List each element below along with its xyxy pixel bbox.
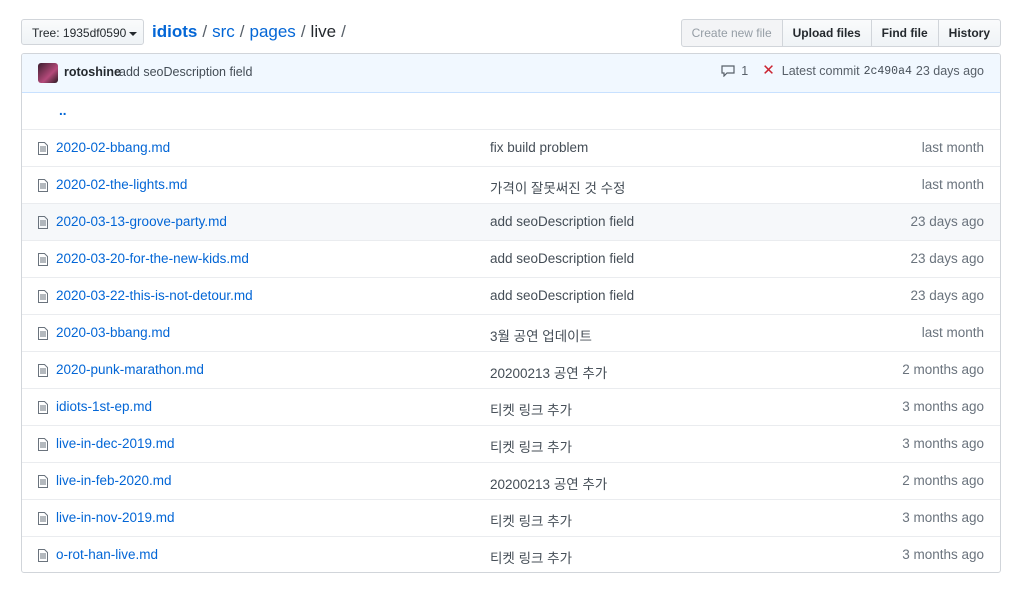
file-icon	[38, 253, 48, 266]
file-row: live-in-dec-2019.md 티켓 링크 추가 3 months ago	[22, 425, 1000, 462]
file-row: 2020-03-20-for-the-new-kids.md add seoDes…	[22, 240, 1000, 277]
commit-age: 23 days ago	[915, 64, 984, 78]
file-icon	[38, 475, 48, 488]
file-icon	[38, 512, 48, 525]
file-age: last month	[921, 177, 984, 192]
breadcrumb-current: live	[310, 22, 337, 41]
file-commit-message-link[interactable]: 티켓 링크 추가	[490, 399, 572, 419]
file-row: 2020-03-13-groove-party.md add seoDescrip…	[22, 203, 1000, 240]
file-name-link[interactable]: 2020-03-13-groove-party.md	[56, 214, 227, 229]
file-icon	[38, 216, 48, 229]
file-commit-message-link[interactable]: add seoDescription field	[490, 251, 634, 266]
breadcrumb-link-pages[interactable]: pages	[249, 22, 295, 41]
file-commit-message-link[interactable]: add seoDescription field	[490, 214, 634, 229]
breadcrumb-root-link[interactable]: idiots	[152, 22, 197, 41]
find-file-button[interactable]: Find file	[870, 19, 939, 47]
file-age: 2 months ago	[902, 362, 984, 377]
history-button[interactable]: History	[937, 19, 1001, 47]
file-row: 2020-punk-marathon.md 20200213 공연 추가 2 mon…	[22, 351, 1000, 388]
file-icon	[38, 401, 48, 414]
file-row: 2020-02-bbang.md fix build problem last mo…	[22, 129, 1000, 166]
file-commit-message-link[interactable]: 3월 공연 업데이트	[490, 325, 592, 345]
commit-meta: 1 ✕ Latest commit 2c490a4 23 days ago	[721, 63, 984, 78]
file-icon	[38, 142, 48, 155]
commit-sha-link[interactable]: 2c490a4	[864, 65, 912, 78]
file-icon	[38, 179, 48, 192]
file-icon	[38, 327, 48, 340]
file-commit-message-link[interactable]: 티켓 링크 추가	[490, 547, 572, 567]
file-name-link[interactable]: 2020-punk-marathon.md	[56, 362, 204, 377]
avatar[interactable]	[38, 63, 58, 83]
parent-directory-link[interactable]: ..	[59, 103, 67, 118]
file-icon	[38, 364, 48, 377]
file-navigation: Tree: 1935df0590 idiots / src / pages / live / …	[21, 19, 1001, 47]
breadcrumb: idiots / src / pages / live /	[152, 21, 351, 43]
file-icon	[38, 549, 48, 562]
file-age: 23 days ago	[910, 288, 984, 303]
commit-author-link[interactable]: rotoshine	[64, 65, 121, 79]
file-commit-message-link[interactable]: fix build problem	[490, 140, 588, 155]
file-rows: 2020-02-bbang.md fix build problem last mo…	[22, 129, 1000, 572]
file-row: o-rot-han-live.md 티켓 링크 추가 3 months ago	[22, 536, 1000, 572]
breadcrumb-trailing-separator: /	[341, 22, 346, 41]
file-name-link[interactable]: idiots-1st-ep.md	[56, 399, 152, 414]
create-new-file-button[interactable]: Create new file	[680, 19, 783, 47]
commit-message-link[interactable]: add seoDescription field	[119, 65, 252, 79]
latest-commit-bar: rotoshine add seoDescription field 1 ✕ L…	[22, 54, 1000, 93]
file-commit-message-link[interactable]: 티켓 링크 추가	[490, 510, 572, 530]
file-name-link[interactable]: 2020-03-22-this-is-not-detour.md	[56, 288, 253, 303]
file-icon	[38, 290, 48, 303]
file-age: 3 months ago	[902, 436, 984, 451]
file-row: 2020-03-bbang.md 3월 공연 업데이트 last month	[22, 314, 1000, 351]
file-age: 23 days ago	[910, 251, 984, 266]
caret-down-icon	[129, 31, 138, 36]
file-age: last month	[921, 140, 984, 155]
file-list: rotoshine add seoDescription field 1 ✕ L…	[21, 53, 1001, 573]
breadcrumb-separator: /	[202, 22, 208, 41]
file-name-link[interactable]: 2020-02-the-lights.md	[56, 177, 187, 192]
breadcrumb-separator: /	[239, 22, 245, 41]
file-age: 2 months ago	[902, 473, 984, 488]
file-icon	[38, 438, 48, 451]
breadcrumb-link-src[interactable]: src	[212, 22, 235, 41]
file-commit-message-link[interactable]: 가격이 잘못써진 것 수정	[490, 177, 625, 197]
file-age: last month	[921, 325, 984, 340]
file-row: 2020-02-the-lights.md 가격이 잘못써진 것 수정 last m…	[22, 166, 1000, 203]
branch-select-label: Tree: 1935df0590	[32, 26, 127, 40]
upload-files-button[interactable]: Upload files	[781, 19, 872, 47]
build-failed-icon[interactable]: ✕	[762, 63, 775, 78]
file-age: 3 months ago	[902, 510, 984, 525]
file-row: live-in-nov-2019.md 티켓 링크 추가 3 months ago	[22, 499, 1000, 536]
file-commit-message-link[interactable]: 티켓 링크 추가	[490, 436, 572, 456]
file-age: 3 months ago	[902, 547, 984, 562]
breadcrumb-separator: /	[300, 22, 306, 41]
file-name-link[interactable]: live-in-dec-2019.md	[56, 436, 175, 451]
file-name-link[interactable]: o-rot-han-live.md	[56, 547, 158, 562]
file-name-link[interactable]: 2020-03-bbang.md	[56, 325, 170, 340]
file-name-link[interactable]: 2020-02-bbang.md	[56, 140, 170, 155]
comment-count[interactable]: 1	[741, 64, 748, 78]
file-actions: Create new file Upload files Find file H…	[680, 19, 1001, 47]
file-commit-message-link[interactable]: 20200213 공연 추가	[490, 362, 607, 382]
file-name-link[interactable]: live-in-feb-2020.md	[56, 473, 172, 488]
file-row: idiots-1st-ep.md 티켓 링크 추가 3 months ago	[22, 388, 1000, 425]
latest-commit-label: Latest commit	[781, 64, 860, 78]
file-age: 3 months ago	[902, 399, 984, 414]
file-row: 2020-03-22-this-is-not-detour.md add seoD…	[22, 277, 1000, 314]
file-name-link[interactable]: 2020-03-20-for-the-new-kids.md	[56, 251, 249, 266]
comment-icon[interactable]	[721, 65, 735, 77]
file-commit-message-link[interactable]: 20200213 공연 추가	[490, 473, 607, 493]
parent-directory-row: ..	[22, 93, 1000, 129]
file-name-link[interactable]: live-in-nov-2019.md	[56, 510, 175, 525]
file-age: 23 days ago	[910, 214, 984, 229]
branch-select-button[interactable]: Tree: 1935df0590	[21, 19, 144, 45]
file-row: live-in-feb-2020.md 20200213 공연 추가 2 month…	[22, 462, 1000, 499]
file-commit-message-link[interactable]: add seoDescription field	[490, 288, 634, 303]
